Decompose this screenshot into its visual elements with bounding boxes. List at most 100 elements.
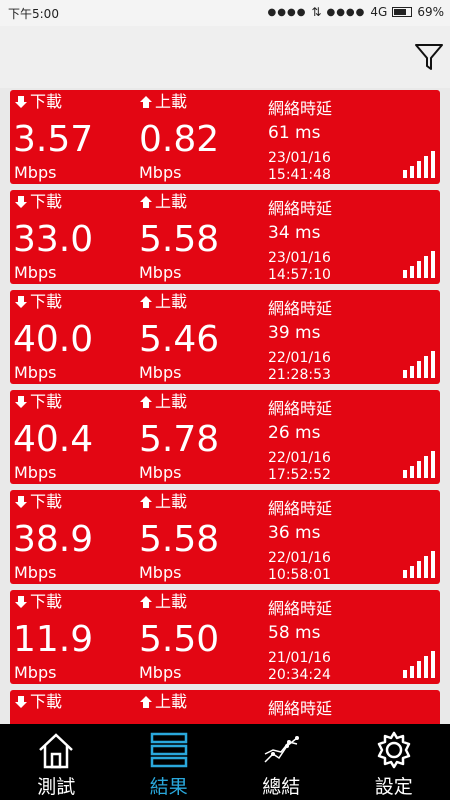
upload-label-text: 上載 [155, 492, 188, 511]
upload-label-text: 上載 [155, 192, 188, 211]
upload-arrow-icon [140, 696, 152, 708]
status-time: 下午5:00 [8, 7, 59, 21]
list-icon [150, 732, 187, 768]
download-arrow-icon [15, 296, 27, 308]
result-card[interactable]: 下載 上載 40.4 5.78 Mbps Mbps 網絡時延 26 ms 22/01/16 17:… [10, 390, 440, 484]
test-time: 21:28:53 [268, 367, 331, 383]
tab-label: 測試 [37, 776, 76, 798]
data-transfer-icon: ⇅ [311, 5, 322, 19]
upload-label: 上載 [139, 93, 187, 111]
upload-speed: 5.58 [139, 519, 220, 560]
tab-label: 設定 [374, 776, 413, 798]
filter-icon[interactable] [414, 42, 444, 72]
trend-chart-icon [264, 736, 300, 763]
upload-label-text: 上載 [155, 392, 188, 411]
gear-icon [377, 731, 410, 769]
download-arrow-icon [15, 696, 27, 708]
result-card[interactable]: 下載 上載 38.9 5.58 Mbps Mbps 網絡時延 36 ms 22/01/16 10:… [10, 490, 440, 584]
result-card[interactable]: 下載 上載 3.57 0.82 Mbps Mbps 網絡時延 61 ms 23/01/16 15:… [10, 90, 440, 184]
tab-home[interactable]: 測試 [0, 724, 113, 800]
download-speed: 40.4 [13, 419, 94, 460]
signal-strength-icon [403, 551, 435, 578]
download-label-text: 下載 [30, 492, 63, 511]
signal-strength-icon [403, 151, 435, 178]
test-time: 15:41:48 [268, 167, 331, 183]
latency-label: 網絡時延 [268, 399, 333, 418]
latency-label: 網絡時延 [268, 199, 333, 218]
tab-list[interactable]: 結果 [113, 724, 226, 800]
download-arrow-icon [15, 96, 27, 108]
network-type: 4G [370, 5, 388, 19]
upload-speed: 5.78 [139, 419, 220, 460]
result-card[interactable]: 下載 上載 11.9 5.50 Mbps Mbps 網絡時延 58 ms 21/01/16 20:… [10, 590, 440, 684]
download-label: 下載 [14, 493, 62, 511]
upload-unit: Mbps [139, 263, 182, 282]
test-date: 21/01/16 [268, 650, 331, 666]
latency-value: 39 ms [268, 323, 321, 343]
upload-label-text: 上載 [155, 92, 188, 111]
test-date: 23/01/16 [268, 250, 331, 266]
download-arrow-icon [15, 596, 27, 608]
download-unit: Mbps [14, 363, 57, 382]
upload-unit: Mbps [139, 463, 182, 482]
upload-speed: 5.58 [139, 219, 220, 260]
signal-strength-icon [403, 351, 435, 378]
signal-dots-icon: ●●●● [267, 6, 307, 18]
upload-arrow-icon [140, 96, 152, 108]
download-unit: Mbps [14, 463, 57, 482]
download-unit: Mbps [14, 263, 57, 282]
upload-label: 上載 [139, 293, 187, 311]
test-date: 22/01/16 [268, 550, 331, 566]
test-time: 20:34:24 [268, 667, 331, 683]
result-card[interactable]: 下載上載MbpsMbps網絡時延 [10, 690, 440, 724]
signal-strength-icon [403, 251, 435, 278]
upload-label: 上載 [139, 693, 187, 711]
download-arrow-icon [15, 396, 27, 408]
upload-label-text: 上載 [155, 592, 188, 611]
latency-label: 網絡時延 [268, 99, 333, 118]
latency-label: 網絡時延 [268, 599, 333, 618]
tab-trend-chart[interactable]: 總結 [225, 724, 338, 800]
tab-label: 總結 [262, 776, 301, 798]
tab-gear[interactable]: 設定 [338, 724, 450, 800]
results-list[interactable]: 下載 上載 3.57 0.82 Mbps Mbps 網絡時延 61 ms 23/01/16 15:… [0, 88, 450, 724]
upload-unit: Mbps [139, 363, 182, 382]
upload-label: 上載 [139, 493, 187, 511]
test-time: 10:58:01 [268, 567, 331, 583]
latency-value: 58 ms [268, 623, 321, 643]
latency-value: 26 ms [268, 423, 321, 443]
test-time: 17:52:52 [268, 467, 331, 483]
tab-label: 結果 [149, 776, 188, 798]
upload-speed: 0.82 [139, 119, 220, 160]
upload-arrow-icon [140, 296, 152, 308]
upload-speed: 5.50 [139, 619, 220, 660]
download-speed: 11.9 [13, 619, 94, 660]
signal-strength-icon [403, 451, 435, 478]
battery-icon [392, 7, 413, 17]
signal-strength-icon [403, 651, 435, 678]
download-label: 下載 [14, 393, 62, 411]
result-card[interactable]: 下載 上載 40.0 5.46 Mbps Mbps 網絡時延 39 ms 22/01/16 21:… [10, 290, 440, 384]
latency-label: 網絡時延 [268, 699, 333, 718]
upload-arrow-icon [140, 596, 152, 608]
download-speed: 38.9 [13, 519, 94, 560]
download-label-text: 下載 [30, 392, 63, 411]
download-arrow-icon [15, 496, 27, 508]
test-date: 23/01/16 [268, 150, 331, 166]
download-speed: 3.57 [13, 119, 94, 160]
upload-unit: Mbps [139, 163, 182, 182]
signal-dots-icon-2: ●●●● [326, 6, 366, 18]
download-label-text: 下載 [30, 92, 63, 111]
result-card[interactable]: 下載 上載 33.0 5.58 Mbps Mbps 網絡時延 34 ms 23/01/16 14:… [10, 190, 440, 284]
upload-label: 上載 [139, 393, 187, 411]
download-label: 下載 [14, 93, 62, 111]
download-unit: Mbps [14, 563, 57, 582]
download-label-text: 下載 [30, 692, 63, 711]
latency-label: 網絡時延 [268, 499, 333, 518]
download-label: 下載 [14, 193, 62, 211]
status-bar: 下午5:00 ●●●● ⇅ ●●●● 4G 69% [0, 0, 450, 26]
download-label: 下載 [14, 693, 62, 711]
download-label-text: 下載 [30, 192, 63, 211]
latency-value: 34 ms [268, 223, 321, 243]
upload-arrow-icon [140, 396, 152, 408]
